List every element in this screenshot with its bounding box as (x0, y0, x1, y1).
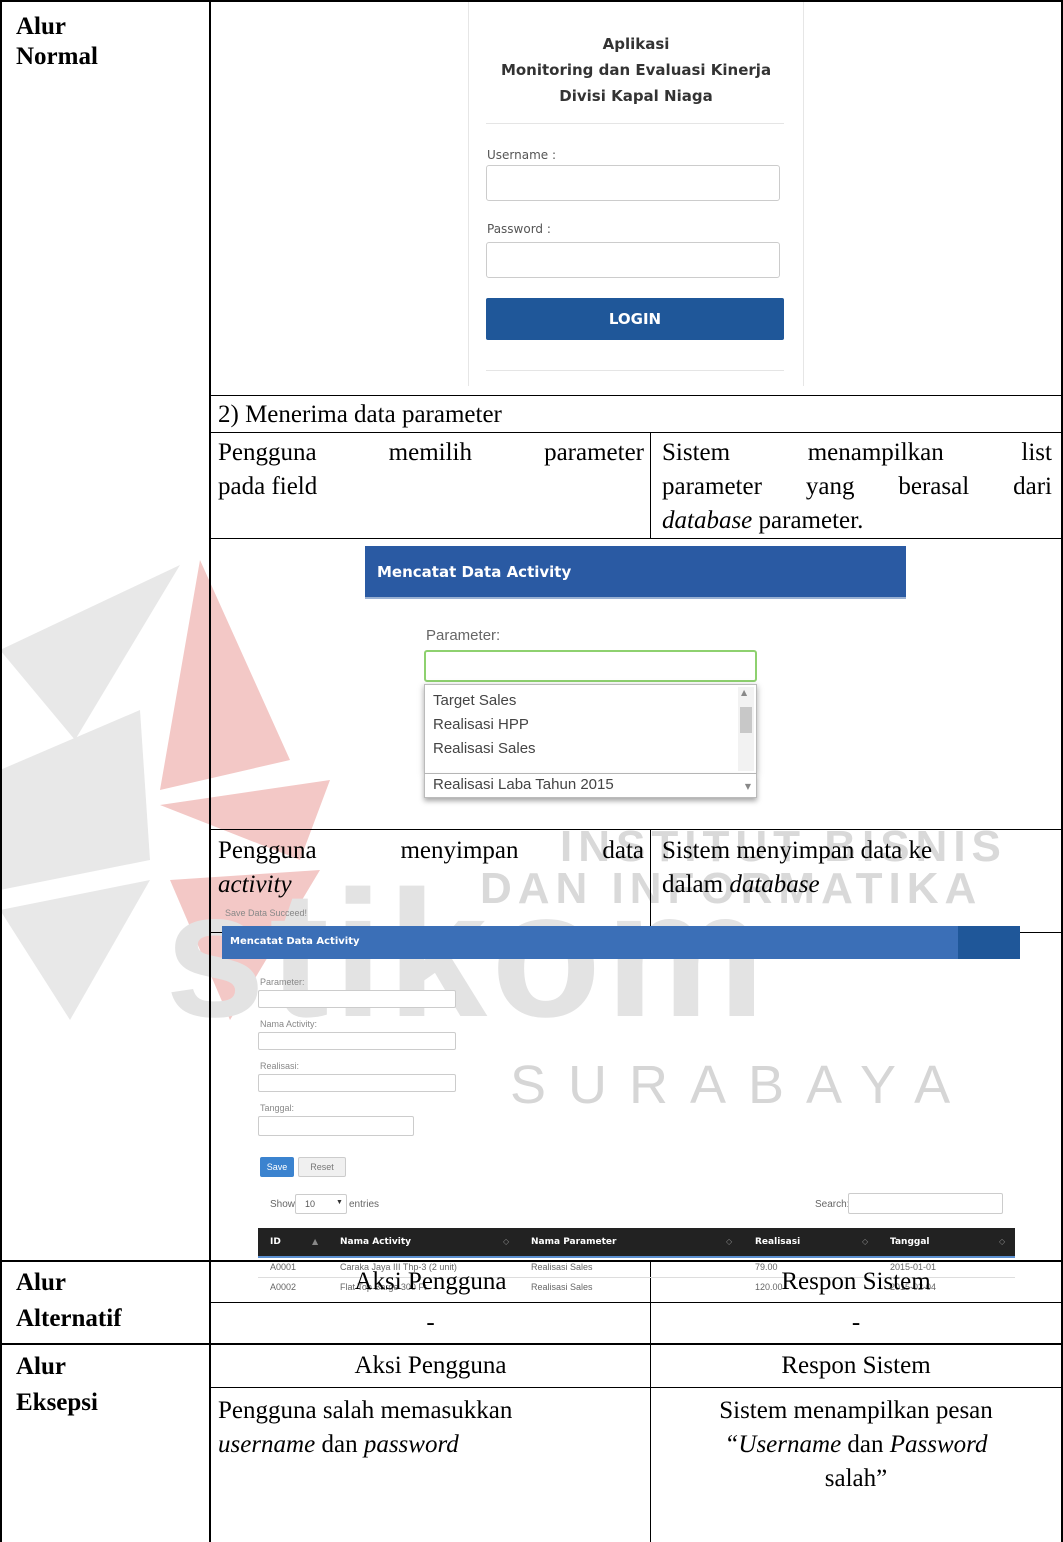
row-label-normal: Alur Normal (16, 13, 98, 70)
parameter-dropdown[interactable]: Target Sales Realisasi HPP Realisasi Sal… (424, 684, 757, 774)
form-label-realisasi: Realisasi: (260, 1061, 300, 1071)
login-screen: Aplikasi Monitoring dan Evaluasi Kinerja… (468, 2, 804, 386)
step2-system-line2: parameter yang berasal dari (662, 473, 1052, 500)
reset-button[interactable]: Reset (298, 1157, 346, 1177)
login-title-line1: Aplikasi (602, 35, 670, 53)
password-label: Password : (487, 222, 551, 236)
parameter-label: Parameter: (426, 627, 501, 644)
parameter-input[interactable] (424, 650, 757, 682)
exc-column-head-user: Aksi Pengguna (354, 1352, 507, 1379)
save-header-title: Mencatat Data Activity (230, 936, 360, 947)
column-header-id[interactable]: ID (270, 1237, 281, 1247)
form-label-tanggal: Tanggal: (260, 1103, 295, 1113)
step2-heading: 2) Menerima data parameter (218, 401, 502, 428)
username-label: Username : (487, 148, 557, 162)
watermark-city: SURABAYA (510, 1055, 973, 1115)
form-input-realisasi[interactable] (258, 1074, 456, 1092)
exc-user-line1: Pengguna salah memasukkan (218, 1397, 513, 1424)
login-title-line3: Divisi Kapal Niaga (559, 87, 713, 105)
entries-label: entries (349, 1199, 380, 1210)
step2-user-line1: Pengguna memilih parameter (218, 439, 644, 466)
parameter-option[interactable]: Target Sales (433, 692, 516, 709)
step3-system-line2: dalam database (662, 871, 820, 898)
scroll-up-icon[interactable]: ▲ (741, 688, 747, 697)
form-label-parameter: Parameter: (260, 977, 305, 987)
alt-column-head-user: Aksi Pengguna (354, 1268, 507, 1295)
search-input[interactable] (848, 1193, 1003, 1214)
column-header-nama-parameter[interactable]: Nama Parameter (531, 1237, 616, 1247)
column-header-tanggal[interactable]: Tanggal (890, 1237, 930, 1247)
form-input-tanggal[interactable] (258, 1116, 414, 1136)
sort-icon: ◇ (999, 1237, 1006, 1246)
login-title-line2: Monitoring dan Evaluasi Kinerja (500, 61, 772, 79)
scroll-thumb[interactable] (740, 707, 752, 733)
login-divider (486, 123, 784, 124)
username-input[interactable] (486, 165, 780, 201)
parameter-dropdown-bottom[interactable]: Realisasi Laba Tahun 2015 ▼ (424, 774, 757, 798)
parameter-option[interactable]: Realisasi HPP (433, 716, 529, 733)
alt-column-head-system: Respon Sistem (781, 1268, 931, 1295)
parameter-header: Mencatat Data Activity (365, 546, 906, 599)
show-label: Show (270, 1199, 296, 1210)
save-button[interactable]: Save (260, 1157, 294, 1177)
parameter-option[interactable]: Realisasi Laba Tahun 2015 (433, 776, 614, 793)
table-header: ID ▲ Nama Activity ◇ Nama Parameter ◇ Re… (258, 1228, 1015, 1256)
step2-system-line3: database parameter. (662, 507, 864, 534)
exc-column-head-system: Respon Sistem (781, 1352, 931, 1379)
scroll-down-icon[interactable]: ▼ (745, 782, 751, 791)
exc-system-line3: salah” (824, 1465, 888, 1492)
step3-user-line2: activity (218, 871, 292, 898)
form-label-nama-activity: Nama Activity: (260, 1019, 318, 1029)
exc-system-line2: “Username dan Password (724, 1431, 988, 1458)
login-footer-divider (486, 370, 784, 371)
row-label-alternatif: Alur Alternatif (16, 1269, 122, 1332)
sort-icon: ◇ (862, 1237, 869, 1246)
step3-user-line1: Pengguna menyimpan data (218, 837, 644, 864)
form-input-parameter[interactable] (258, 990, 456, 1008)
chevron-down-icon: ▼ (336, 1199, 343, 1206)
password-input[interactable] (486, 242, 780, 278)
column-header-nama-activity[interactable]: Nama Activity (340, 1237, 411, 1247)
entries-select[interactable]: 10 ▼ (295, 1194, 347, 1214)
row-label-eksepsi: Alur Eksepsi (16, 1353, 98, 1416)
exc-system-line1: Sistem menampilkan pesan (719, 1397, 993, 1424)
step3-system-line1: Sistem menyimpan data ke (662, 837, 933, 864)
column-header-realisasi[interactable]: Realisasi (755, 1237, 800, 1247)
form-input-nama-activity[interactable] (258, 1032, 456, 1050)
save-notice: Save Data Succeed! (225, 908, 308, 918)
save-header: Mencatat Data Activity (222, 926, 1020, 959)
sort-icon: ◇ (726, 1237, 733, 1246)
sort-icon: ◇ (503, 1237, 510, 1246)
login-button[interactable]: LOGIN (486, 298, 784, 340)
dropdown-scrollbar[interactable]: ▲ (738, 687, 754, 771)
parameter-option[interactable]: Realisasi Sales (433, 740, 536, 757)
sort-asc-icon: ▲ (312, 1237, 319, 1246)
alt-user-value: - (426, 1309, 435, 1336)
search-label: Search: (815, 1199, 850, 1210)
step2-user-line2: pada field (218, 473, 318, 500)
exc-user-line2: username dan password (218, 1431, 459, 1458)
alt-system-value: - (851, 1309, 861, 1336)
step2-system-line1: Sistem menampilkan list (662, 439, 1052, 466)
